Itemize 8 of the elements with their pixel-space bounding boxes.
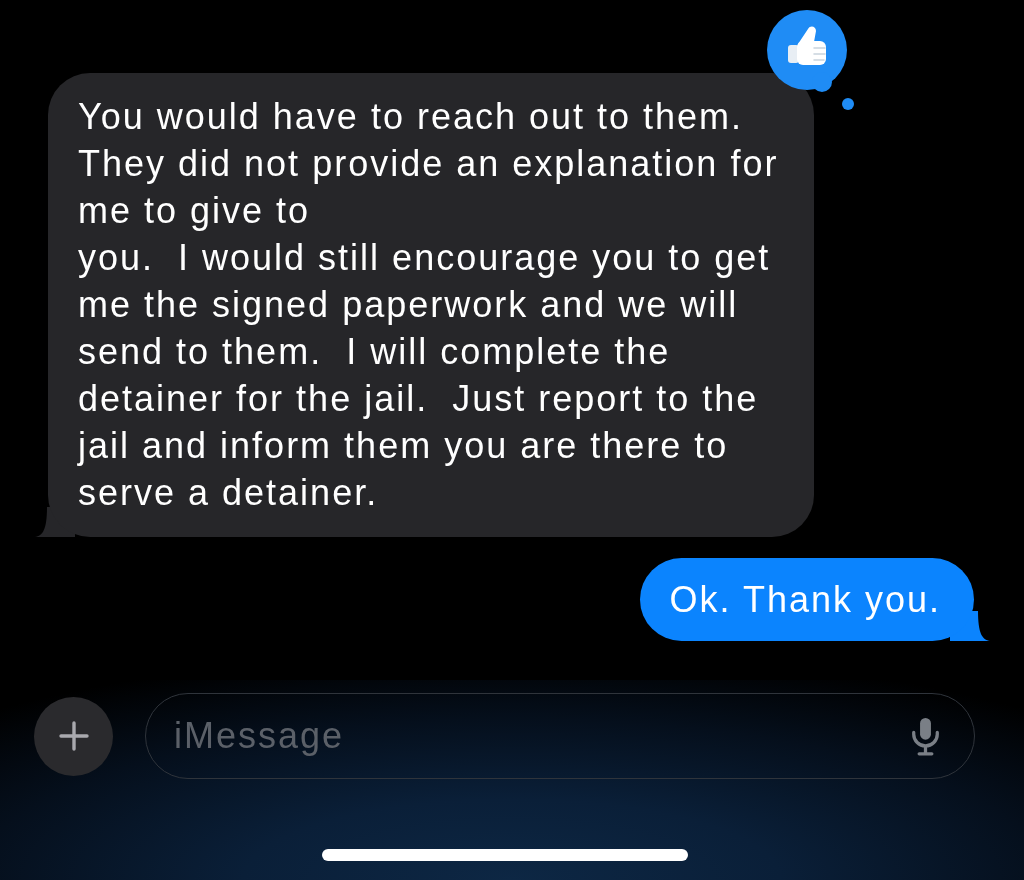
microphone-icon[interactable] — [911, 716, 940, 756]
message-field[interactable]: iMessage — [145, 693, 975, 779]
thumbs-up-icon — [767, 10, 855, 111]
sent-message: Ok. Thank you. — [639, 558, 974, 641]
received-message: You would have to reach out to them. They did not provide an explanation for me to give to you. I would still encourage you to get me the signed paperwork and we will send to them. I will complete the detainer for the jail. Just report to the jail and inform them you are there to serve a detainer. — [48, 73, 814, 537]
bubble-tail-icon — [950, 611, 990, 641]
plus-icon — [58, 721, 89, 751]
bubble-tail-icon — [35, 507, 75, 537]
